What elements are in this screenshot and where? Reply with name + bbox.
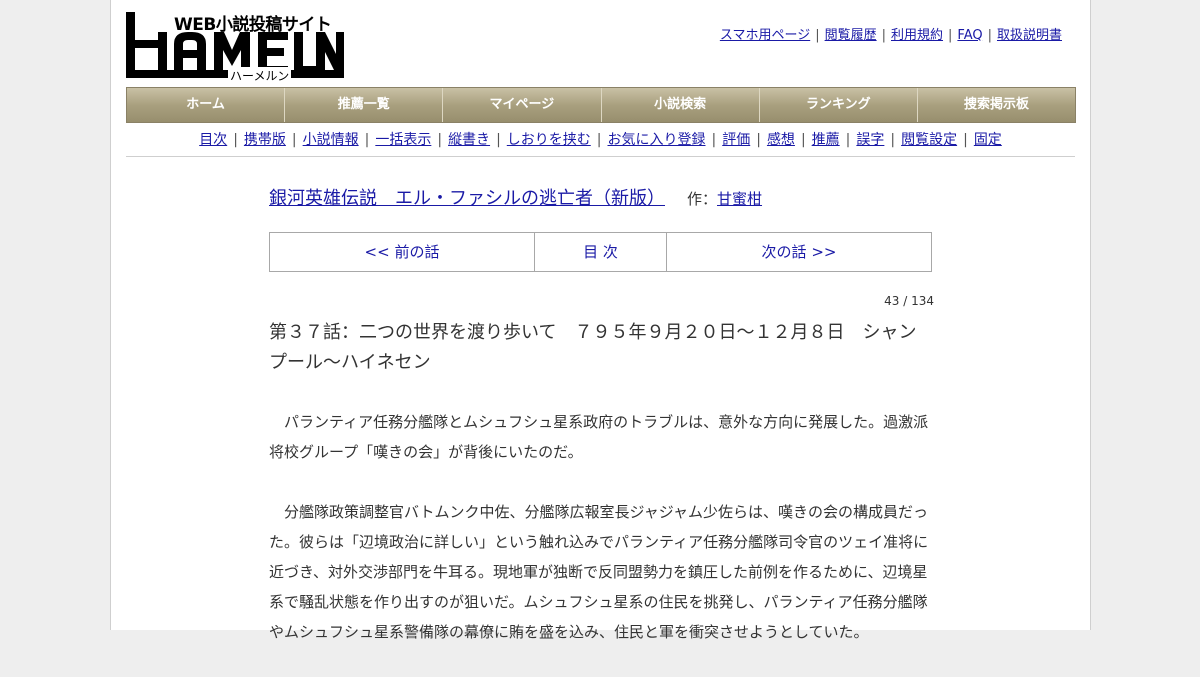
prev-chapter-link[interactable]: << 前の話 xyxy=(270,233,535,271)
nav-ranking[interactable]: ランキング xyxy=(759,88,918,122)
subnav-mobile[interactable]: 携帯版 xyxy=(244,132,286,148)
subnav-view-settings[interactable]: 閲覧設定 xyxy=(901,132,957,148)
faq-link[interactable]: FAQ xyxy=(957,28,982,43)
logo-kana: ハーメルン xyxy=(228,67,292,84)
subnav-show-all[interactable]: 一括表示 xyxy=(375,132,431,148)
next-chapter-link[interactable]: 次の話 >> xyxy=(667,233,931,271)
subnav-review[interactable]: 感想 xyxy=(767,132,795,148)
page-container: WEB小説投稿サイト ハーメルン スマホ用ページ | 閲覧履歴 | 利用規約 |… xyxy=(110,0,1091,641)
subnav-favorite[interactable]: お気に入り登録 xyxy=(608,132,706,148)
chapter-body: パランティア任務分艦隊とムシュフシュ星系政府のトラブルは、意外な方向に発展した。… xyxy=(269,407,933,677)
subnav-recommend[interactable]: 推薦 xyxy=(812,132,840,148)
subnav-vertical[interactable]: 縦書き xyxy=(448,132,490,148)
novel-title-link[interactable]: 銀河英雄伝説 エル・ファシルの逃亡者（新版） xyxy=(269,188,665,209)
nav-search-board[interactable]: 捜索掲示板 xyxy=(917,88,1076,122)
subnav-toc[interactable]: 目次 xyxy=(199,132,227,148)
toc-link[interactable]: 目 次 xyxy=(535,233,667,271)
nav-home[interactable]: ホーム xyxy=(127,88,286,122)
author-link[interactable]: 甘蜜柑 xyxy=(717,190,762,208)
top-links: スマホ用ページ | 閲覧履歴 | 利用規約 | FAQ | 取扱説明書 xyxy=(719,28,1062,43)
chapter-title: 第３７話：二つの世界を渡り歩いて ７９５年９月２０日～１２月８日 シャンプール～… xyxy=(269,322,917,373)
subnav-novel-info[interactable]: 小説情報 xyxy=(303,132,359,148)
novel-sub-nav: 目次 | 携帯版 | 小説情報 | 一括表示 | 縦書き | しおりを挟む | お気に入り登録 | 評価 | 感… xyxy=(199,132,1002,148)
author-label: 作： xyxy=(687,190,718,208)
history-link[interactable]: 閲覧履歴 xyxy=(825,28,877,43)
manual-link[interactable]: 取扱説明書 xyxy=(997,28,1062,43)
nav-recommendations[interactable]: 推薦一覧 xyxy=(285,88,444,122)
divider xyxy=(126,156,1075,157)
nav-novel-search[interactable]: 小説検索 xyxy=(601,88,760,122)
terms-link[interactable]: 利用規約 xyxy=(891,28,943,43)
subnav-typo[interactable]: 誤字 xyxy=(856,132,884,148)
novel-header: 銀河英雄伝説 エル・ファシルの逃亡者（新版） 作：甘蜜柑 xyxy=(269,184,762,210)
smartphone-page-link[interactable]: スマホ用ページ xyxy=(720,28,810,43)
chapter-counter: 43 / 134 xyxy=(884,294,934,308)
paragraph: パランティア任務分艦隊とムシュフシュ星系政府のトラブルは、意外な方向に発展した。… xyxy=(269,413,929,461)
paragraph: 分艦隊政策調整官バトムンク中佐、分艦隊広報室長ジャジャム少佐らは、嘆きの会の構成… xyxy=(269,503,929,641)
subnav-pin[interactable]: 固定 xyxy=(974,132,1002,148)
site-logo[interactable]: WEB小説投稿サイト ハーメルン xyxy=(126,10,346,84)
nav-mypage[interactable]: マイページ xyxy=(443,88,602,122)
chapter-nav: << 前の話 目 次 次の話 >> xyxy=(269,232,932,272)
main-nav: ホーム 推薦一覧 マイページ 小説検索 ランキング 捜索掲示板 xyxy=(126,87,1076,123)
subnav-rating[interactable]: 評価 xyxy=(722,132,750,148)
subnav-bookmark[interactable]: しおりを挟む xyxy=(507,132,591,148)
